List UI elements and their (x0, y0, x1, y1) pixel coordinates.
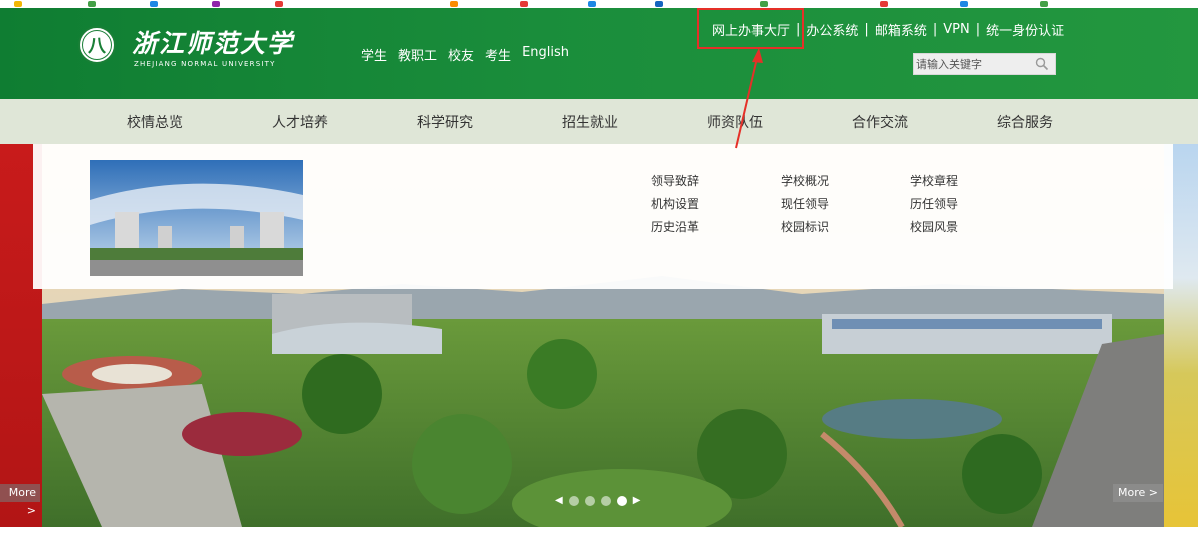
slide-pager: ◀ ▶ (555, 495, 640, 506)
bookmark-icon[interactable] (520, 1, 528, 7)
annotation-highlight-box (697, 8, 804, 49)
nav-item-research[interactable]: 科学研究 (417, 112, 473, 132)
bookmark-icon[interactable] (880, 1, 888, 7)
main-nav: 校情总览 人才培养 科学研究 招生就业 师资队伍 合作交流 综合服务 (0, 99, 1198, 144)
bookmark-icon[interactable] (275, 1, 283, 7)
site-header: 八 浙江师范大学 ZHEJIANG NORMAL UNIVERSITY 学生 教… (0, 8, 1198, 99)
menu-link-school-overview[interactable]: 学校概况 (781, 172, 829, 189)
nav-item-services[interactable]: 综合服务 (997, 112, 1053, 132)
util-separator: | (864, 22, 869, 37)
menu-link-organization[interactable]: 机构设置 (651, 195, 699, 212)
menu-link-past-leaders[interactable]: 历任领导 (910, 195, 958, 212)
page: 八 浙江师范大学 ZHEJIANG NORMAL UNIVERSITY 学生 教… (0, 0, 1198, 545)
util-link-vpn[interactable]: VPN (943, 22, 969, 37)
slide-dot[interactable] (600, 495, 611, 506)
nav-item-overview[interactable]: 校情总览 (127, 112, 183, 132)
prev-slide-arrow-icon[interactable]: ◀ (555, 495, 563, 506)
more-button-left[interactable]: More > (0, 484, 40, 517)
campus-gate-photo (90, 160, 303, 276)
util-link-mail-system[interactable]: 邮箱系统 (875, 20, 927, 39)
slide-dot-active[interactable] (616, 495, 627, 506)
bookmark-icon[interactable] (150, 1, 158, 7)
util-separator: | (975, 22, 981, 37)
logo-chinese-name[interactable]: 浙江师范大学 (132, 24, 294, 60)
util-link-office-system[interactable]: 办公系统 (806, 20, 858, 39)
bookmark-icon[interactable] (88, 1, 96, 7)
nav-item-cooperation[interactable]: 合作交流 (852, 112, 908, 132)
search-icon[interactable] (1035, 57, 1049, 71)
quick-link-english[interactable]: English (522, 45, 569, 64)
bookmark-icon[interactable] (450, 1, 458, 7)
next-slide-arrow-icon[interactable]: ▶ (633, 495, 641, 506)
quick-link-alumni[interactable]: 校友 (448, 45, 474, 64)
util-separator: | (932, 22, 938, 37)
search-input[interactable] (914, 54, 1029, 74)
bookmark-icon[interactable] (1040, 1, 1048, 7)
bookmark-icon[interactable] (212, 1, 220, 7)
university-seal-logo[interactable]: 八 (78, 26, 116, 64)
logo-english-name: ZHEJIANG NORMAL UNIVERSITY (134, 60, 276, 68)
bookmark-strip (0, 0, 1198, 8)
bookmark-icon[interactable] (760, 1, 768, 7)
slide-dot[interactable] (568, 495, 579, 506)
bookmark-icon[interactable] (588, 1, 596, 7)
audience-nav: 学生 教职工 校友 考生 English (361, 45, 569, 64)
menu-link-history[interactable]: 历史沿革 (651, 218, 699, 235)
mega-menu-dropdown: 领导致辞 学校概况 学校章程 机构设置 现任领导 历任领导 历史沿革 校园标识 … (33, 144, 1173, 289)
menu-link-campus-scenery[interactable]: 校园风景 (910, 218, 958, 235)
util-link-unified-auth[interactable]: 统一身份认证 (986, 20, 1064, 39)
menu-link-current-leaders[interactable]: 现任领导 (781, 195, 829, 212)
nav-item-faculty[interactable]: 师资队伍 (707, 112, 763, 132)
menu-link-campus-identity[interactable]: 校园标识 (781, 218, 829, 235)
bookmark-icon[interactable] (655, 1, 663, 7)
search-box (913, 53, 1056, 75)
hero-banner: 领导致辞 学校概况 学校章程 机构设置 现任领导 历任领导 历史沿革 校园标识 … (0, 144, 1198, 527)
slide-dot[interactable] (584, 495, 595, 506)
nav-item-admissions[interactable]: 招生就业 (562, 112, 618, 132)
bookmark-icon[interactable] (14, 1, 22, 7)
more-button-right[interactable]: More > (1113, 484, 1163, 502)
menu-link-school-charter[interactable]: 学校章程 (910, 172, 958, 189)
menu-link-leader-message[interactable]: 领导致辞 (651, 172, 699, 189)
seal-emblem-icon: 八 (82, 30, 112, 60)
nav-item-education[interactable]: 人才培养 (272, 112, 328, 132)
quick-link-applicants[interactable]: 考生 (485, 45, 511, 64)
bookmark-icon[interactable] (960, 1, 968, 7)
quick-link-students[interactable]: 学生 (361, 45, 387, 64)
quick-link-staff[interactable]: 教职工 (398, 45, 437, 64)
